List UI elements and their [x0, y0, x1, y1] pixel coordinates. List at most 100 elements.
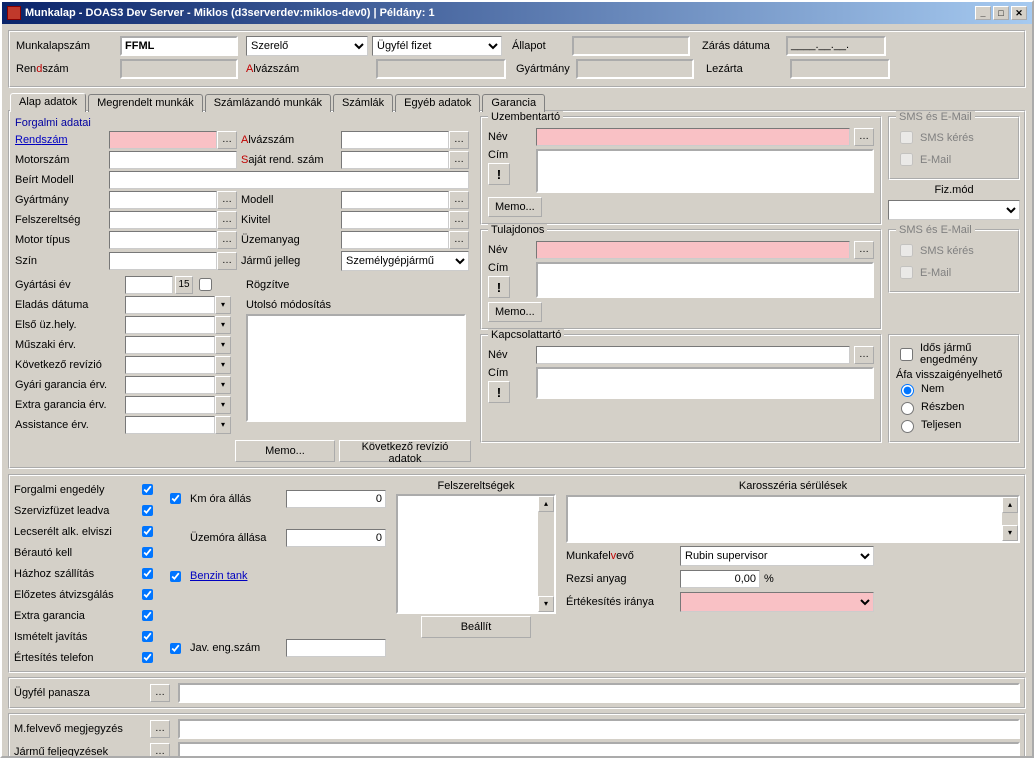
gyartmany-lookup[interactable]: …	[217, 191, 237, 209]
kap-nev-lookup[interactable]: …	[854, 346, 874, 364]
tul-nev-lookup[interactable]: …	[854, 241, 874, 259]
kov-rev-dd[interactable]: ▾	[215, 356, 231, 374]
uz-nev-input[interactable]	[536, 128, 850, 146]
tul-memo[interactable]: Memo...	[488, 302, 542, 322]
tab-egyeb[interactable]: Egyéb adatok	[395, 94, 480, 112]
rezsi-input[interactable]	[680, 570, 760, 588]
ertekesites-combo[interactable]	[680, 592, 874, 612]
tab-alap-adatok[interactable]: Alap adatok	[10, 93, 86, 112]
alvazszam-lookup[interactable]: …	[449, 131, 469, 149]
felsz-list[interactable]: ▴▾	[396, 494, 556, 614]
assistance-input[interactable]	[125, 416, 215, 434]
lecserelt-chk[interactable]	[142, 525, 153, 538]
gyartasi-ev-input[interactable]	[125, 276, 173, 294]
eladas-input[interactable]	[125, 296, 215, 314]
muszaki-input[interactable]	[125, 336, 215, 354]
tab-megrendelt[interactable]: Megrendelt munkák	[88, 94, 203, 112]
km-ora-chk[interactable]	[170, 492, 181, 505]
uzemanyag-lookup[interactable]: …	[449, 231, 469, 249]
uz-exclaim[interactable]: !	[488, 163, 510, 185]
mfelvevo-lookup[interactable]: …	[150, 720, 170, 738]
maximize-button[interactable]: □	[993, 6, 1009, 20]
tab-garancia[interactable]: Garancia	[482, 94, 545, 112]
km-ora-input[interactable]	[286, 490, 386, 508]
jarmu-felj-input[interactable]	[178, 742, 1020, 756]
gyari-gar-dd[interactable]: ▾	[215, 376, 231, 394]
eladas-dd[interactable]: ▾	[215, 296, 231, 314]
extra-gar2-chk[interactable]	[142, 609, 153, 622]
felszereltseg-input[interactable]	[109, 211, 217, 229]
sajat-rend-input[interactable]	[341, 151, 449, 169]
jav-eng-input[interactable]	[286, 639, 386, 657]
afa-reszben[interactable]	[901, 402, 914, 415]
assistance-dd[interactable]: ▾	[215, 416, 231, 434]
hazhoz-chk[interactable]	[142, 567, 153, 580]
szin-lookup[interactable]: …	[217, 252, 237, 270]
rendszam-link[interactable]: Rendszám	[15, 134, 105, 146]
benzin-chk[interactable]	[170, 570, 181, 583]
ugyfel-panasza-input[interactable]	[178, 683, 1020, 703]
tab-szamlazando[interactable]: Számlázandó munkák	[205, 94, 331, 112]
kov-rev-adatok-button[interactable]: Következő revízió adatok	[339, 440, 471, 462]
mfelvevo-input[interactable]	[178, 719, 1020, 739]
ugyfel-panasza-lookup[interactable]: …	[150, 684, 170, 702]
rendszam-input[interactable]	[109, 131, 217, 149]
rendszam-lookup[interactable]: …	[217, 131, 237, 149]
modell-lookup[interactable]: …	[449, 191, 469, 209]
tul-nev-input[interactable]	[536, 241, 850, 259]
motor-tipus-input[interactable]	[109, 231, 217, 249]
elozetes-chk[interactable]	[142, 588, 153, 601]
benzin-link[interactable]: Benzin tank	[190, 570, 280, 582]
uz-memo[interactable]: Memo...	[488, 197, 542, 217]
kov-rev-input[interactable]	[125, 356, 215, 374]
felsz-scroll-up[interactable]: ▴	[538, 496, 554, 512]
tul-cim-text[interactable]	[536, 262, 874, 298]
munkafelvevo-combo[interactable]: Rubin supervisor	[680, 546, 874, 566]
muszaki-dd[interactable]: ▾	[215, 336, 231, 354]
szin-input[interactable]	[109, 252, 217, 270]
uzemora-input[interactable]	[286, 529, 386, 547]
extra-gar-dd[interactable]: ▾	[215, 396, 231, 414]
idos-check[interactable]	[900, 348, 913, 361]
kap-nev-input[interactable]	[536, 346, 850, 364]
minimize-button[interactable]: _	[975, 6, 991, 20]
uz-cim-text[interactable]	[536, 149, 874, 193]
kivitel-input[interactable]	[341, 211, 449, 229]
motorszam-input[interactable]	[109, 151, 237, 169]
tul-exclaim[interactable]: !	[488, 276, 510, 298]
gyartasi-ev-cal[interactable]: 15	[175, 276, 193, 294]
kap-exclaim[interactable]: !	[488, 381, 510, 403]
memo-button-left[interactable]: Memo...	[235, 440, 335, 462]
gyartmany-input[interactable]	[109, 191, 217, 209]
uzemanyag-input[interactable]	[341, 231, 449, 249]
felsz-scroll-down[interactable]: ▾	[538, 596, 554, 612]
karossz-scroll-down[interactable]: ▾	[1002, 525, 1018, 541]
szervizfuzet-chk[interactable]	[142, 504, 153, 517]
elso-uz-dd[interactable]: ▾	[215, 316, 231, 334]
elso-uz-input[interactable]	[125, 316, 215, 334]
kap-cim-text[interactable]	[536, 367, 874, 399]
kivitel-lookup[interactable]: …	[449, 211, 469, 229]
beallit-button[interactable]: Beállít	[421, 616, 531, 638]
jav-eng-chk[interactable]	[170, 642, 181, 655]
karossz-scroll-up[interactable]: ▴	[1002, 497, 1018, 513]
ismetelt-chk[interactable]	[142, 630, 153, 643]
karossz-list[interactable]: ▴▾	[566, 495, 1020, 543]
gyartasi-ev-check[interactable]	[199, 278, 212, 291]
alvazszam-input[interactable]	[341, 131, 449, 149]
motor-tipus-lookup[interactable]: …	[217, 231, 237, 249]
ugyfel-fizet-combo[interactable]: Ügyfél fizet	[372, 36, 502, 56]
felszereltseg-lookup[interactable]: …	[217, 211, 237, 229]
beirt-modell-input[interactable]	[109, 171, 469, 189]
jarmu-jelleg-combo[interactable]: Személygépjármű	[341, 251, 469, 271]
fcj-textarea[interactable]	[246, 314, 466, 422]
afa-nem[interactable]	[901, 384, 914, 397]
sajat-rend-lookup[interactable]: …	[449, 151, 469, 169]
tab-szamlak[interactable]: Számlák	[333, 94, 393, 112]
szerelo-combo[interactable]: Szerelő	[246, 36, 368, 56]
afa-teljesen[interactable]	[901, 420, 914, 433]
close-button[interactable]: ✕	[1011, 6, 1027, 20]
fizmod-combo[interactable]	[888, 200, 1020, 220]
berauto-chk[interactable]	[142, 546, 153, 559]
gyari-gar-input[interactable]	[125, 376, 215, 394]
